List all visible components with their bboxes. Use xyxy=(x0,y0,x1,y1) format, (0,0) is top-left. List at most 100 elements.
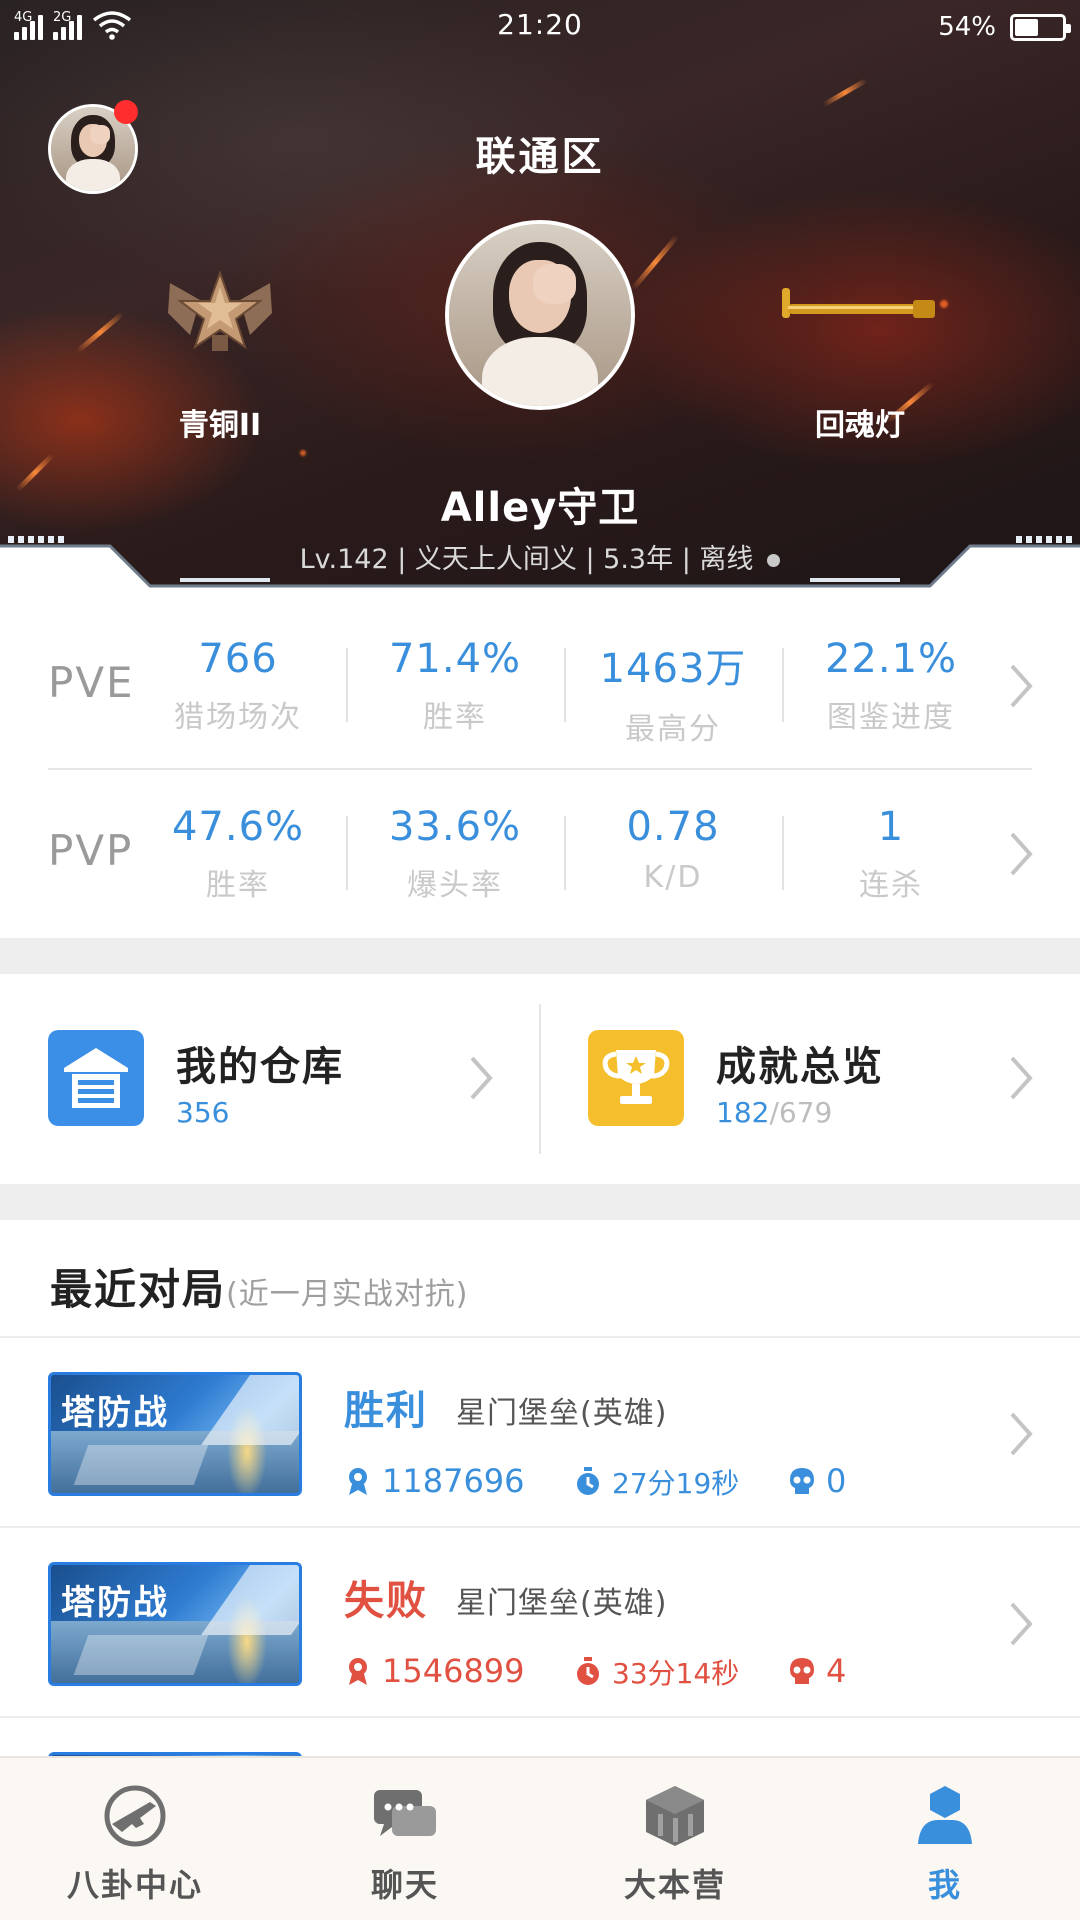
achievement-card[interactable]: 成就总览 182/679 xyxy=(540,974,1080,1184)
rank-emblem-icon[interactable] xyxy=(160,265,280,365)
chevron-right-icon xyxy=(1010,1412,1033,1456)
match-mode-tag: 塔防战 xyxy=(61,1393,169,1433)
profile-avatar-image xyxy=(449,224,631,406)
stat-value: 47.6% xyxy=(171,804,305,850)
stat-cell: 1 连杀 xyxy=(791,804,991,904)
stat-value: 71.4% xyxy=(388,636,522,682)
achievement-done: 182 xyxy=(716,1096,770,1129)
stopwatch-icon xyxy=(577,1657,599,1685)
deaths-value: 0 xyxy=(826,1462,847,1500)
match-thumbnail: 塔防战 xyxy=(48,1372,302,1496)
weapon-label: 回魂灯 xyxy=(815,408,905,443)
match-row[interactable]: 塔防战 失败 星门堡垒(英雄) 1546899 33分14秒 4 xyxy=(0,1528,1080,1718)
tab-me[interactable]: 我 xyxy=(810,1758,1080,1920)
match-row[interactable]: 塔防战 胜利 星门堡垒(英雄) 1187696 27分19秒 0 xyxy=(0,1338,1080,1528)
stats-panel: PVE 766 猎场场次 71.4% 胜率 1463万 最高分 22.1% 图鉴… xyxy=(0,600,1080,938)
chevron-right-icon[interactable] xyxy=(1006,662,1036,710)
zone-title: 联通区 xyxy=(475,134,605,180)
stat-value: 766 xyxy=(198,636,278,682)
recent-hint: (近一月实战对抗) xyxy=(226,1277,469,1312)
stat-cell: 766 猎场场次 xyxy=(138,636,338,736)
stat-label: 最高分 xyxy=(625,712,721,747)
score-value: 1546899 xyxy=(382,1652,525,1690)
shortcut-cards: 我的仓库 356 成就总览 182/679 xyxy=(0,974,1080,1184)
recent-matches-title: 最近对局(近一月实战对抗) xyxy=(50,1256,468,1317)
hero-frame-decoration xyxy=(0,536,1080,600)
stat-value: 0.78 xyxy=(626,804,720,850)
battery-fill xyxy=(1015,18,1038,36)
section-gap xyxy=(0,938,1080,974)
chevron-right-icon xyxy=(1010,1602,1033,1646)
stat-cell: 71.4% 胜率 xyxy=(355,636,555,736)
stat-label: 图鉴进度 xyxy=(827,700,955,735)
warehouse-card[interactable]: 我的仓库 356 xyxy=(0,974,540,1184)
match-duration: 27分19秒 xyxy=(574,1462,739,1502)
spark-decoration xyxy=(75,311,125,354)
stat-cell: 47.6% 胜率 xyxy=(138,804,338,904)
stat-value: 1463万 xyxy=(599,646,747,692)
match-result: 胜利 xyxy=(344,1388,428,1434)
stat-label: K/D xyxy=(643,860,703,895)
profile-page: 4G 2G 21:20 54% 联通区 青铜II 回魂灯 Alley守卫 Lv.… xyxy=(0,0,1080,1920)
bottom-tab-bar: 八卦中心 聊天 大本营 我 xyxy=(0,1756,1080,1920)
stat-value: 33.6% xyxy=(388,804,522,850)
warehouse-icon xyxy=(48,1030,144,1126)
stat-label: 胜率 xyxy=(206,868,270,903)
deaths-value: 4 xyxy=(826,1652,847,1690)
stat-value: 22.1% xyxy=(824,636,958,682)
gun-icon xyxy=(104,1785,166,1847)
ember-decoration xyxy=(940,300,948,308)
network-indicators: 4G 2G xyxy=(14,10,132,40)
network-type-label: 2G xyxy=(53,10,72,25)
base-icon xyxy=(646,1786,704,1846)
divider xyxy=(782,648,784,722)
profile-icon xyxy=(918,1786,972,1844)
weapon-icon[interactable] xyxy=(778,284,938,340)
stopwatch-icon xyxy=(577,1467,599,1495)
recent-matches-header: 最近对局(近一月实战对抗) xyxy=(0,1220,1080,1338)
pve-stats-row[interactable]: PVE 766 猎场场次 71.4% 胜率 1463万 最高分 22.1% 图鉴… xyxy=(0,600,1080,768)
stat-cell: 22.1% 图鉴进度 xyxy=(791,636,991,736)
match-mode-tag: 塔防战 xyxy=(61,1583,169,1623)
divider xyxy=(346,648,348,722)
warehouse-title: 我的仓库 xyxy=(176,1044,344,1090)
tab-gossip-center[interactable]: 八卦中心 xyxy=(0,1758,270,1920)
chevron-right-icon xyxy=(1010,1056,1033,1100)
stat-label: 连杀 xyxy=(859,868,923,903)
score-medal-icon xyxy=(349,1468,367,1495)
wifi-icon xyxy=(92,11,132,40)
rank-label: 青铜II xyxy=(178,408,262,443)
duration-value: 33分14秒 xyxy=(612,1657,740,1690)
pvp-label: PVP xyxy=(48,826,134,875)
score-value: 1187696 xyxy=(382,1462,525,1500)
match-score: 1187696 xyxy=(344,1462,525,1500)
skull-icon xyxy=(790,1468,814,1494)
achievement-total: /679 xyxy=(769,1096,833,1129)
stat-cell: 1463万 最高分 xyxy=(573,636,773,748)
spark-decoration xyxy=(822,77,868,108)
stat-label: 爆头率 xyxy=(407,868,503,903)
match-duration: 33分14秒 xyxy=(574,1652,739,1692)
tab-base[interactable]: 大本营 xyxy=(540,1758,810,1920)
pvp-stats-row[interactable]: PVP 47.6% 胜率 33.6% 爆头率 0.78 K/D 1 连杀 xyxy=(0,768,1080,936)
recent-title-text: 最近对局 xyxy=(50,1265,227,1314)
profile-avatar[interactable] xyxy=(445,220,635,410)
pve-label: PVE xyxy=(48,658,135,707)
tab-chat[interactable]: 聊天 xyxy=(270,1758,540,1920)
match-score: 1546899 xyxy=(344,1652,525,1690)
chevron-right-icon[interactable] xyxy=(1006,830,1036,878)
tab-label: 大本营 xyxy=(623,1866,726,1904)
spark-decoration xyxy=(630,234,680,291)
stat-value: 1 xyxy=(877,804,905,850)
divider xyxy=(782,816,784,890)
stat-cell: 0.78 K/D xyxy=(573,804,773,895)
clock: 21:20 xyxy=(497,8,583,41)
match-map: 星门堡垒(英雄) xyxy=(456,1586,668,1621)
battery-status: 54% xyxy=(938,12,1071,42)
signal-4g-icon: 4G xyxy=(14,10,43,40)
status-bar: 4G 2G 21:20 54% xyxy=(0,0,1080,56)
battery-icon xyxy=(1010,13,1071,41)
stat-cell: 33.6% 爆头率 xyxy=(355,804,555,904)
divider xyxy=(564,648,566,722)
achievement-progress: 182/679 xyxy=(716,1096,832,1129)
